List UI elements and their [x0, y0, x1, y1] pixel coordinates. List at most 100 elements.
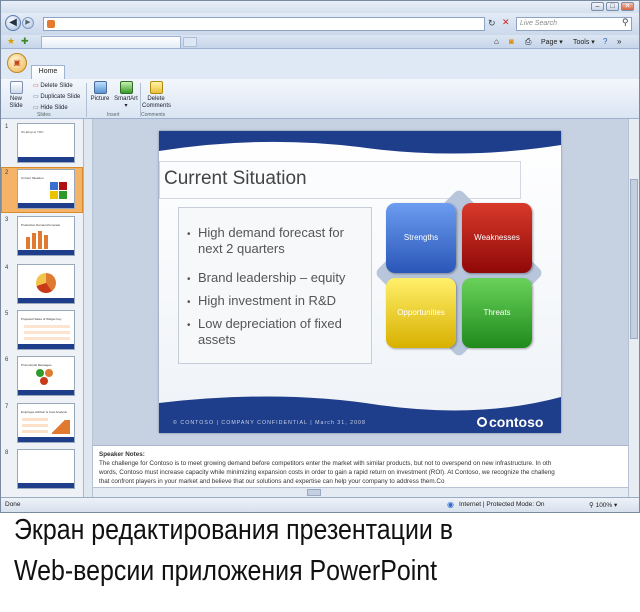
- refresh-icon[interactable]: ↻: [488, 18, 496, 29]
- speaker-notes-text: words, Contoso must increase capacity wh…: [99, 469, 555, 476]
- thumbnail-title: It's all up to YOU: [21, 130, 44, 134]
- speaker-notes-text: that confront players in your market and…: [99, 478, 445, 485]
- bullet-item: • Low depreciation of fixed assets: [187, 316, 342, 347]
- slide-thumbnail-7[interactable]: Employee Attrition & Cost Analysis: [17, 403, 75, 443]
- bullet-item: • Brand leadership – equity: [187, 270, 346, 285]
- group-label-insert: Insert: [107, 112, 120, 118]
- slide-footer: © CONTOSO | COMPANY CONFIDENTIAL | March…: [173, 420, 366, 426]
- tools-menu[interactable]: Tools ▾: [573, 38, 595, 46]
- scroll-thumb[interactable]: [307, 489, 321, 496]
- forward-arrow-icon: ▶: [25, 19, 31, 26]
- slide-thumbnail-4[interactable]: [17, 264, 75, 304]
- horizontal-scrollbar[interactable]: [93, 487, 628, 497]
- contoso-logo-icon: [477, 417, 487, 427]
- caption-line-2: Web-версии приложения PowerPoint: [14, 555, 438, 587]
- thumbnail-title: Projected Sales of Widget Key: [21, 317, 62, 321]
- address-bar[interactable]: [43, 17, 485, 31]
- delete-slide-button[interactable]: ▭ Delete Slide: [33, 81, 80, 92]
- office-button[interactable]: ▣: [7, 53, 27, 73]
- favorites-star-icon[interactable]: ★: [7, 36, 15, 47]
- thumbnail-title: Current Situation: [21, 176, 44, 180]
- close-window-button[interactable]: ✕: [621, 2, 634, 11]
- status-text: Done: [5, 501, 21, 508]
- forward-button[interactable]: ▶: [22, 17, 34, 29]
- slide-number: 1: [5, 124, 9, 130]
- tab-home[interactable]: Home: [31, 65, 65, 79]
- add-favorites-icon[interactable]: ✚: [21, 36, 29, 47]
- slide-number: 8: [5, 450, 9, 456]
- bullet-text-box[interactable]: • High demand forecast for next 2 quarter…: [178, 207, 372, 364]
- new-slide-icon: [9, 81, 23, 94]
- powerpoint-logo-icon: ▣: [13, 58, 21, 67]
- slide-thumbnail-3[interactable]: Production Demand Forecast: [17, 216, 75, 256]
- help-icon[interactable]: ?: [603, 37, 607, 46]
- smartart-button[interactable]: SmartArt ▾: [113, 81, 139, 110]
- delete-comments-icon: [149, 81, 163, 94]
- navigation-bar: ◀ ▶ ↻ ✕ Live Search ⚲: [1, 13, 639, 35]
- swot-weaknesses[interactable]: Weaknesses: [462, 203, 532, 273]
- ribbon-header: ▣ Home: [1, 49, 639, 79]
- thumbnail-title: Promotional Messages: [21, 363, 52, 367]
- browser-tab-active[interactable]: [41, 36, 181, 48]
- slide-number: 2: [5, 170, 9, 176]
- group-label-slides: Slides: [37, 112, 51, 118]
- back-arrow-icon: ◀: [9, 17, 17, 28]
- status-bar: Done ◉ Internet | Protected Mode: On ⚲ 1…: [1, 497, 639, 512]
- slide-number: 5: [5, 311, 9, 317]
- stop-icon[interactable]: ✕: [502, 17, 510, 28]
- internet-zone-icon: ◉: [447, 500, 454, 509]
- panel-splitter[interactable]: [84, 119, 93, 497]
- delete-comments-button[interactable]: Delete Comments: [142, 81, 171, 110]
- slide-number: 4: [5, 265, 9, 271]
- contoso-logo: contoso: [477, 414, 543, 430]
- picture-button[interactable]: Picture: [89, 81, 111, 103]
- search-input[interactable]: Live Search: [516, 17, 632, 31]
- slide-title-box[interactable]: Current Situation: [159, 161, 521, 199]
- slide-number: 7: [5, 404, 9, 410]
- new-tab-button[interactable]: [183, 37, 197, 47]
- speaker-notes-label: Speaker Notes:: [99, 451, 145, 458]
- browser-window: – □ ✕ ◀ ▶ ↻ ✕ Live Search ⚲ ★ ✚ ⌂ ◙ ⎙ Pa…: [0, 0, 640, 513]
- slide-number: 6: [5, 357, 9, 363]
- minimize-button[interactable]: –: [591, 2, 604, 11]
- zoom-icon: ⚲: [589, 502, 596, 509]
- caption-line-1: Экран редактирования презентации в: [14, 514, 454, 546]
- maximize-button[interactable]: □: [606, 2, 619, 11]
- ribbon-toolbar: New Slide ▭ Delete Slide ▭ Duplicate Sli…: [1, 79, 639, 119]
- home-icon[interactable]: ⌂: [494, 37, 499, 46]
- picture-icon: [93, 81, 107, 94]
- back-button[interactable]: ◀: [5, 15, 21, 31]
- slide-thumbnail-6[interactable]: Promotional Messages: [17, 356, 75, 396]
- bullet-item: • High demand forecast for next 2 quarter…: [187, 225, 344, 256]
- slide-thumbnail-8[interactable]: [17, 449, 75, 489]
- title-bar: – □ ✕: [1, 1, 639, 13]
- slide-thumbnail-2[interactable]: Current Situation: [17, 169, 75, 209]
- thumbnail-title: Employee Attrition & Cost Analysis: [21, 410, 67, 414]
- thumbnail-title: Production Demand Forecast: [21, 223, 61, 227]
- browser-tab-bar: ★ ✚ ⌂ ◙ ⎙ Page ▾ Tools ▾ ? »: [1, 35, 639, 49]
- new-slide-button[interactable]: New Slide: [5, 81, 27, 110]
- vertical-scrollbar[interactable]: [628, 119, 639, 497]
- duplicate-slide-button[interactable]: ▭ Duplicate Slide: [33, 92, 80, 103]
- scroll-thumb[interactable]: [630, 179, 638, 339]
- feeds-icon[interactable]: ◙: [509, 37, 514, 46]
- speaker-notes-text: The challenge for Contoso is to meet gro…: [99, 460, 552, 467]
- zoom-level[interactable]: ⚲ 100% ▾: [589, 501, 617, 509]
- ribbon-divider: [86, 83, 87, 117]
- swot-threats[interactable]: Threats: [462, 278, 532, 348]
- search-icon[interactable]: ⚲: [622, 17, 629, 28]
- group-label-comments: Comments: [141, 112, 166, 118]
- page-menu[interactable]: Page ▾: [541, 38, 563, 46]
- slide-number: 3: [5, 217, 9, 223]
- slide-thumbnail-panel: 1 It's all up to YOU 2 Current Situation…: [1, 119, 84, 497]
- slide-thumbnail-5[interactable]: Projected Sales of Widget Key: [17, 310, 75, 350]
- slide-actions: ▭ Delete Slide ▭ Duplicate Slide ▭ Hide …: [33, 81, 80, 114]
- swot-opportunities[interactable]: Opportunities: [386, 278, 456, 348]
- research-icon[interactable]: »: [617, 37, 621, 46]
- slide-title: Current Situation: [164, 168, 307, 189]
- security-zone: Internet | Protected Mode: On: [459, 501, 545, 508]
- slide-thumbnail-1[interactable]: It's all up to YOU: [17, 123, 75, 163]
- print-icon[interactable]: ⎙: [525, 37, 531, 47]
- smartart-icon: [119, 81, 133, 94]
- swot-strengths[interactable]: Strengths: [386, 203, 456, 273]
